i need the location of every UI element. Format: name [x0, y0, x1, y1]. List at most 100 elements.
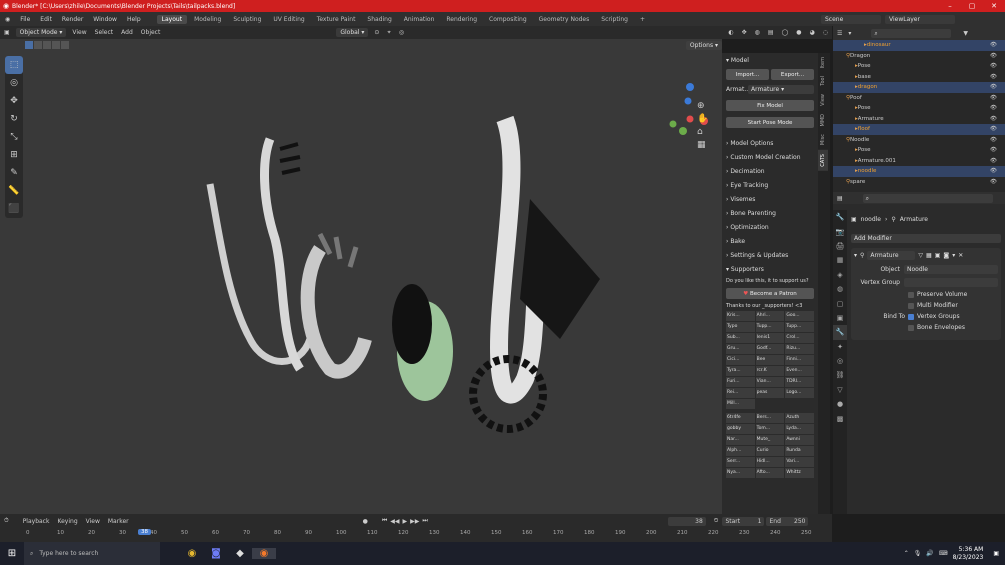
- select-box-icon[interactable]: ⬚: [5, 56, 23, 74]
- supporter-button[interactable]: Curio: [755, 446, 785, 456]
- collection-tab-icon[interactable]: ▢: [833, 296, 847, 310]
- tab-misc[interactable]: Misc: [818, 130, 828, 149]
- transform-orientation-dropdown[interactable]: Global ▾: [336, 28, 369, 37]
- visibility-eye-icon[interactable]: 👁: [990, 74, 997, 80]
- export-button[interactable]: Export...: [771, 69, 814, 80]
- tab-layout[interactable]: Layout: [156, 14, 188, 24]
- menu-add[interactable]: Add: [117, 28, 137, 37]
- shading-wire-icon[interactable]: ◯: [778, 28, 793, 37]
- visibility-eye-icon[interactable]: 👁: [990, 147, 997, 153]
- tab-uv-editing[interactable]: UV Editing: [268, 15, 309, 24]
- shading-material-icon[interactable]: ◕: [806, 28, 819, 37]
- outliner-row[interactable]: ▸ Pose 👁: [833, 145, 1005, 156]
- scene-tab-icon[interactable]: ◈: [833, 268, 847, 282]
- modifier-delete-icon[interactable]: ✕: [958, 252, 963, 259]
- play-icon[interactable]: ▶: [403, 518, 408, 525]
- multi-modifier-checkbox[interactable]: Multi Modifier: [851, 300, 1001, 311]
- vertex-groups-checkbox[interactable]: Vertex Groups: [908, 313, 960, 320]
- overlay-icon[interactable]: ◍: [751, 28, 764, 37]
- properties-editor-icon[interactable]: ▤: [837, 195, 843, 202]
- outliner-row[interactable]: ▸ Pose 👁: [833, 103, 1005, 114]
- supporter-button[interactable]: Kris...: [726, 311, 755, 321]
- bone-envelopes-checkbox[interactable]: Bone Envelopes: [851, 322, 1001, 333]
- supporter-button[interactable]: Whittz: [785, 468, 814, 478]
- outliner-row[interactable]: ⚲ Noodle 👁: [833, 135, 1005, 146]
- visibility-eye-icon[interactable]: 👁: [990, 42, 997, 48]
- view-layer-selector[interactable]: ViewLayer: [885, 14, 955, 24]
- visibility-eye-icon[interactable]: 👁: [990, 137, 997, 143]
- snap-icon[interactable]: ⌖: [383, 28, 394, 38]
- supporter-button[interactable]: gobby: [726, 424, 755, 434]
- visibility-eye-icon[interactable]: 👁: [990, 126, 997, 132]
- output-tab-icon[interactable]: 🖨: [833, 239, 847, 253]
- menu-help[interactable]: Help: [122, 16, 146, 23]
- render-toggle-icon[interactable]: ◙: [943, 252, 949, 259]
- supporter-button[interactable]: Typo: [726, 322, 755, 332]
- supporter-button[interactable]: Sub...: [726, 333, 755, 343]
- visibility-icon[interactable]: ◐: [724, 28, 737, 37]
- view-menu[interactable]: View: [82, 517, 104, 526]
- tab-texture-paint[interactable]: Texture Paint: [312, 15, 361, 24]
- section-visemes[interactable]: › Visemes: [722, 192, 818, 206]
- menu-view[interactable]: View: [68, 28, 90, 37]
- scene-selector[interactable]: Scene: [821, 14, 881, 24]
- supporter-button[interactable]: rcr.K: [755, 366, 785, 376]
- section-bake[interactable]: › Bake: [722, 234, 818, 248]
- outliner-row[interactable]: ▸ Armature.001 👁: [833, 156, 1005, 167]
- supporters-section-header[interactable]: ▾ Supporters: [722, 262, 818, 276]
- blender-menu-icon[interactable]: ◉: [0, 16, 15, 23]
- supporter-button[interactable]: Tom...: [755, 424, 785, 434]
- texture-tab-icon[interactable]: ▩: [833, 411, 847, 425]
- section-optimization[interactable]: › Optimization: [722, 220, 818, 234]
- vertex-group-field[interactable]: [904, 278, 998, 287]
- supporter-button[interactable]: Alph...: [726, 446, 755, 456]
- playback-menu[interactable]: Playback: [19, 517, 54, 526]
- visibility-eye-icon[interactable]: 👁: [990, 84, 997, 90]
- outliner-row[interactable]: ▸ floof 👁: [833, 124, 1005, 135]
- mic-icon[interactable]: 🎙: [914, 550, 922, 557]
- supporter-button[interactable]: Mute_: [755, 435, 785, 445]
- world-tab-icon[interactable]: ◍: [833, 282, 847, 296]
- outliner-row[interactable]: ▸ dragon 👁: [833, 82, 1005, 93]
- properties-search-field[interactable]: ⌕: [862, 193, 993, 203]
- section-bone-parenting[interactable]: › Bone Parenting: [722, 206, 818, 220]
- pan-hand-icon[interactable]: ✋: [697, 114, 708, 124]
- 3d-viewport[interactable]: Options ▾ ⊕ ✋ ⌂ ▦: [0, 39, 722, 514]
- visibility-eye-icon[interactable]: 👁: [990, 105, 997, 111]
- section-decimation[interactable]: › Decimation: [722, 164, 818, 178]
- grid-icon[interactable]: ▦: [697, 140, 708, 150]
- outliner-row[interactable]: ▸ Pose 👁: [833, 61, 1005, 72]
- modifier-menu-icon[interactable]: ▾: [952, 252, 955, 259]
- visibility-eye-icon[interactable]: 👁: [990, 116, 997, 122]
- shading-solid-icon[interactable]: ●: [792, 28, 805, 37]
- supporter-button[interactable]: Rei...: [726, 388, 755, 398]
- menu-edit[interactable]: Edit: [35, 16, 57, 23]
- supporter-button[interactable]: Mill...: [726, 399, 755, 409]
- measure-icon[interactable]: 📏: [5, 182, 23, 200]
- supporter-button[interactable]: Vari...: [785, 457, 814, 467]
- object-field[interactable]: Noodle: [904, 265, 998, 274]
- start-frame-field[interactable]: Start 1: [722, 516, 765, 526]
- supporter-button[interactable]: Serr...: [726, 457, 755, 467]
- menu-window[interactable]: Window: [88, 16, 122, 23]
- tray-chevron-icon[interactable]: ⌃: [904, 550, 909, 557]
- menu-object[interactable]: Object: [137, 28, 165, 37]
- object-tab-icon[interactable]: ▣: [833, 311, 847, 325]
- tab-modeling[interactable]: Modeling: [189, 15, 226, 24]
- visibility-eye-icon[interactable]: 👁: [990, 63, 997, 69]
- maximize-icon[interactable]: ▢: [961, 2, 983, 10]
- supporter-button[interactable]: peas: [755, 388, 785, 398]
- annotate-icon[interactable]: ✎: [5, 164, 23, 182]
- windows-start-icon[interactable]: ⊞: [0, 548, 24, 559]
- supporter-button[interactable]: Afto...: [755, 468, 785, 478]
- section-settings-updates[interactable]: › Settings & Updates: [722, 248, 818, 262]
- move-icon[interactable]: ✥: [5, 92, 23, 110]
- xray-icon[interactable]: ▤: [764, 28, 778, 37]
- constraints-tab-icon[interactable]: ⛓: [833, 368, 847, 382]
- supporter-button[interactable]: 6tr4fe: [726, 413, 755, 423]
- supporter-button[interactable]: Runda: [785, 446, 814, 456]
- playhead-marker[interactable]: 38: [138, 529, 151, 535]
- supporter-button[interactable]: Awnni: [785, 435, 814, 445]
- preview-range-icon[interactable]: ⏲: [714, 517, 719, 525]
- shading-render-icon[interactable]: ◌: [819, 28, 832, 37]
